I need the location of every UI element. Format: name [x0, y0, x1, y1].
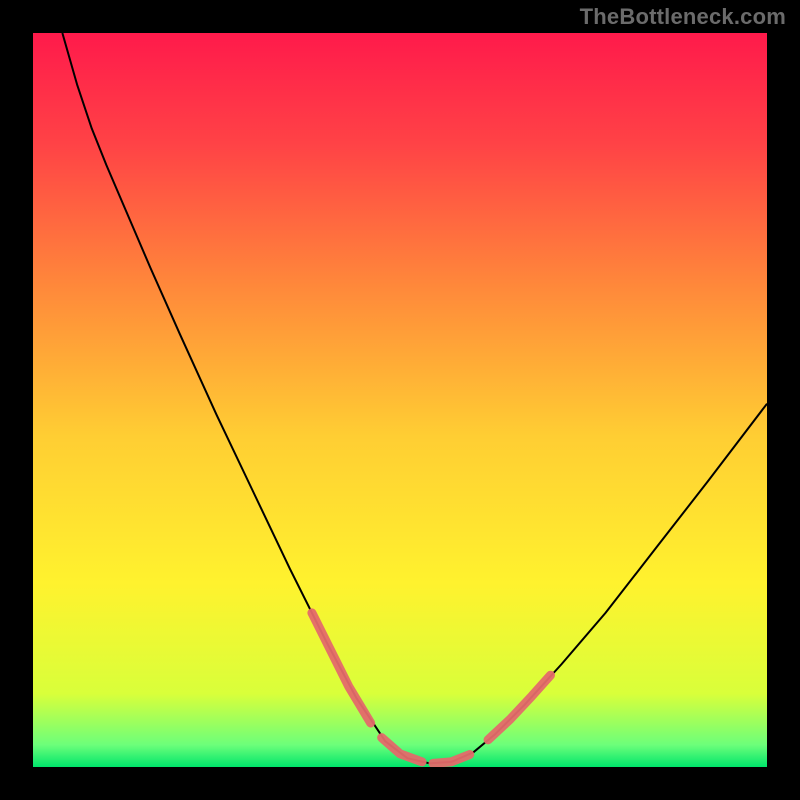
plot-area: [33, 33, 767, 767]
app-frame: TheBottleneck.com: [0, 0, 800, 800]
bottleneck-chart: [33, 33, 767, 767]
watermark-text: TheBottleneck.com: [580, 4, 786, 30]
gradient-background: [33, 33, 767, 767]
